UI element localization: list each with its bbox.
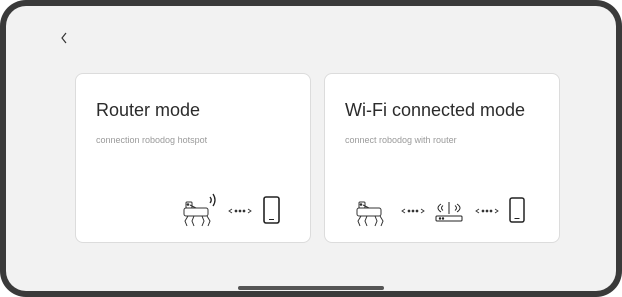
card-subtitle: connection robodog hotspot — [96, 135, 208, 145]
phone-icon — [263, 196, 280, 224]
phone-icon — [509, 197, 525, 223]
dotted-arrow-icon — [401, 208, 425, 214]
dotted-arrow-icon — [228, 208, 252, 214]
dotted-arrow-icon — [475, 208, 499, 214]
back-button[interactable] — [54, 26, 74, 50]
card-title: Wi-Fi connected mode — [345, 100, 526, 120]
wifi-connected-mode-card[interactable]: Wi-Fi connected mode connect robodog wit… — [324, 73, 560, 243]
chevron-left-icon — [61, 32, 67, 44]
tablet-frame: Router mode connection robodog hotspot W… — [0, 0, 622, 297]
card-title: Router mode — [96, 100, 201, 120]
router-mode-illustration — [183, 193, 280, 227]
card-subtitle: connect robodog with router — [345, 135, 457, 145]
screen: Router mode connection robodog hotspot W… — [6, 6, 616, 291]
signal-waves-icon — [209, 193, 216, 207]
robodog-icon — [183, 201, 211, 227]
home-indicator[interactable] — [238, 286, 384, 290]
robodog-icon — [356, 201, 384, 227]
router-icon — [435, 202, 463, 222]
router-mode-card[interactable]: Router mode connection robodog hotspot — [75, 73, 311, 243]
wifi-mode-illustration — [356, 197, 525, 227]
